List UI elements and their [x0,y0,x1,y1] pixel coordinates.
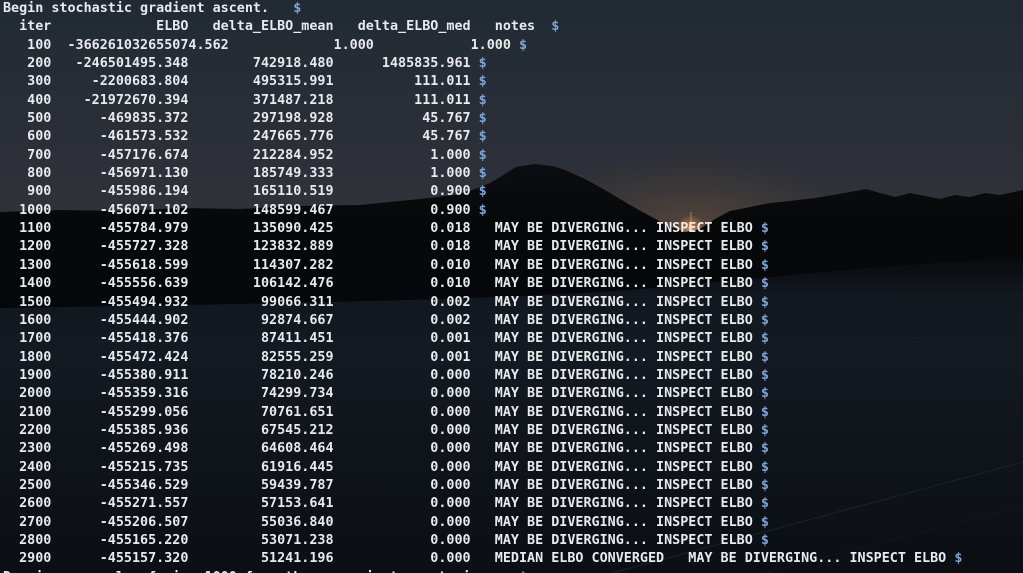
terminal-line-text: 2600 -455271.557 57153.641 0.000 MAY BE … [3,496,761,512]
eol-marker: $ [760,367,769,383]
eol-marker: $ [760,276,769,292]
terminal-line-text: 1100 -455784.979 135090.425 0.018 MAY BE… [3,221,761,237]
terminal-line-text: 2900 -455157.320 51241.196 0.000 MEDIAN … [3,551,955,567]
terminal-line: 1400 -455556.639 106142.476 0.010 MAY BE… [3,275,1023,293]
eol-marker: $ [478,202,487,218]
terminal-line-text: 700 -457176.674 212284.952 1.000 [3,147,479,163]
terminal-line-text: 2200 -455385.936 67545.212 0.000 MAY BE … [3,422,761,438]
terminal-line-text: 600 -461573.532 247665.776 45.767 [3,129,479,145]
terminal-line: 1200 -455727.328 123832.889 0.018 MAY BE… [3,238,1023,256]
terminal-line: 600 -461573.532 247665.776 45.767 $ [3,128,1023,146]
terminal-line: 2300 -455269.498 64608.464 0.000 MAY BE … [3,440,1023,458]
terminal-line: 2700 -455206.507 55036.840 0.000 MAY BE … [3,514,1023,532]
terminal-line: 500 -469835.372 297198.928 45.767 $ [3,110,1023,128]
terminal-line: 2400 -455215.735 61916.445 0.000 MAY BE … [3,459,1023,477]
terminal-line-text: 1400 -455556.639 106142.476 0.010 MAY BE… [3,276,761,292]
terminal-line-text: 2400 -455215.735 61916.445 0.000 MAY BE … [3,459,761,475]
terminal-line: 2900 -455157.320 51241.196 0.000 MEDIAN … [3,550,1023,568]
eol-marker: $ [478,184,487,200]
eol-marker: $ [760,257,769,273]
eol-marker: $ [760,404,769,420]
terminal-line: 800 -456971.130 185749.333 1.000 $ [3,165,1023,183]
terminal-line-text: Drawing a sample of size 1000 from the a… [3,570,519,573]
eol-marker: $ [293,1,302,16]
terminal-line: 1800 -455472.424 82555.259 0.001 MAY BE … [3,349,1023,367]
eol-marker: $ [519,570,527,573]
terminal-line: 2000 -455359.316 74299.734 0.000 MAY BE … [3,385,1023,403]
terminal-line-text: 100 -366261032655074.562 1.000 1.000 [3,37,519,53]
eol-marker: $ [478,129,487,145]
eol-marker: $ [760,386,769,402]
terminal-line-text: 900 -455986.194 165110.519 0.900 [3,184,479,200]
terminal-line: 1900 -455380.911 78210.246 0.000 MAY BE … [3,367,1023,385]
terminal-line: 900 -455986.194 165110.519 0.900 $ [3,183,1023,201]
terminal-line: 400 -21972670.394 371487.218 111.011 $ [3,92,1023,110]
terminal-line-text: 2800 -455165.220 53071.238 0.000 MAY BE … [3,532,761,548]
terminal-line: 1500 -455494.932 99066.311 0.002 MAY BE … [3,294,1023,312]
eol-marker: $ [760,477,769,493]
terminal-line-text: 800 -456971.130 185749.333 1.000 [3,166,479,182]
terminal-partial-line: Drawing a sample of size 1000 from the a… [3,569,1023,573]
terminal-line: 1000 -456071.102 148599.467 0.900 $ [3,202,1023,220]
terminal-line-text: 1800 -455472.424 82555.259 0.001 MAY BE … [3,349,761,365]
eol-marker: $ [478,74,487,90]
terminal-line-text: 200 -246501495.348 742918.480 1485835.96… [3,56,479,72]
eol-marker: $ [760,514,769,530]
terminal-line-text: 400 -21972670.394 371487.218 111.011 [3,92,479,108]
terminal-line: 1600 -455444.902 92874.667 0.002 MAY BE … [3,312,1023,330]
eol-marker: $ [760,312,769,328]
terminal-line: 1700 -455418.376 87411.451 0.001 MAY BE … [3,330,1023,348]
terminal-line: 100 -366261032655074.562 1.000 1.000 $ [3,37,1023,55]
eol-marker: $ [518,37,528,53]
terminal-line: 1300 -455618.599 114307.282 0.010 MAY BE… [3,257,1023,275]
terminal-output: Begin stochastic gradient ascent. $ iter… [0,0,1023,573]
terminal-line-text: 2700 -455206.507 55036.840 0.000 MAY BE … [3,514,761,530]
terminal-line-text: 1300 -455618.599 114307.282 0.010 MAY BE… [3,257,761,273]
eol-marker: $ [760,422,769,438]
terminal-header-line: iter ELBO delta_ELBO_mean delta_ELBO_med… [3,18,1023,36]
terminal-line: 2200 -455385.936 67545.212 0.000 MAY BE … [3,422,1023,440]
terminal-line-text: 1000 -456071.102 148599.467 0.900 [3,202,479,218]
eol-marker: $ [760,239,769,255]
terminal-line-text: 500 -469835.372 297198.928 45.767 [3,111,479,127]
terminal-line-text: 1500 -455494.932 99066.311 0.002 MAY BE … [3,294,761,310]
eol-marker: $ [478,147,487,163]
eol-marker: $ [478,92,487,108]
terminal-line-text: Begin stochastic gradient ascent. [3,1,294,16]
eol-marker: $ [760,532,769,548]
terminal-line: 2100 -455299.056 70761.651 0.000 MAY BE … [3,404,1023,422]
terminal-line-text: 1900 -455380.911 78210.246 0.000 MAY BE … [3,367,761,383]
eol-marker: $ [478,166,487,182]
eol-marker: $ [760,496,769,512]
terminal-line: 2800 -455165.220 53071.238 0.000 MAY BE … [3,532,1023,550]
terminal-line-text: 1700 -455418.376 87411.451 0.001 MAY BE … [3,331,761,347]
terminal-line: 2500 -455346.529 59439.787 0.000 MAY BE … [3,477,1023,495]
terminal-line: 2600 -455271.557 57153.641 0.000 MAY BE … [3,495,1023,513]
terminal-line-text: 1600 -455444.902 92874.667 0.002 MAY BE … [3,312,761,328]
terminal-intro-line: Begin stochastic gradient ascent. $ [3,0,1023,18]
eol-marker: $ [760,331,769,347]
eol-marker: $ [760,441,769,457]
eol-marker: $ [954,551,963,567]
terminal-line-text: 2000 -455359.316 74299.734 0.000 MAY BE … [3,386,761,402]
eol-marker: $ [760,221,769,237]
terminal-line-text: 1200 -455727.328 123832.889 0.018 MAY BE… [3,239,761,255]
terminal-line-text: 300 -2200683.804 495315.991 111.011 [3,74,479,90]
terminal-window: Begin stochastic gradient ascent. $ iter… [0,0,1023,573]
terminal-line-text: 2100 -455299.056 70761.651 0.000 MAY BE … [3,404,761,420]
eol-marker: $ [760,459,769,475]
terminal-line: 1100 -455784.979 135090.425 0.018 MAY BE… [3,220,1023,238]
eol-marker: $ [760,349,769,365]
eol-marker: $ [478,56,487,72]
terminal-line-text: iter ELBO delta_ELBO_mean delta_ELBO_med… [3,19,552,35]
terminal-line: 700 -457176.674 212284.952 1.000 $ [3,147,1023,165]
eol-marker: $ [760,294,769,310]
terminal-line-text: 2500 -455346.529 59439.787 0.000 MAY BE … [3,477,761,493]
eol-marker: $ [478,111,487,127]
eol-marker: $ [551,19,560,35]
terminal-line-text: 2300 -455269.498 64608.464 0.000 MAY BE … [3,441,761,457]
terminal-line: 200 -246501495.348 742918.480 1485835.96… [3,55,1023,73]
terminal-line: 300 -2200683.804 495315.991 111.011 $ [3,73,1023,91]
